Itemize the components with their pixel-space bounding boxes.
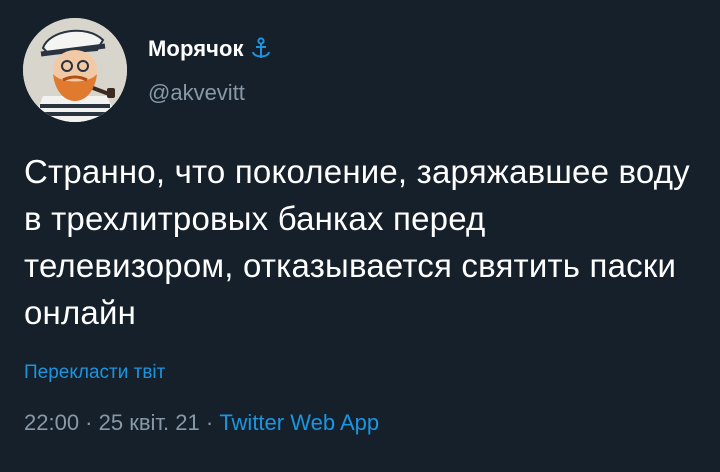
meta-separator: · [199, 410, 220, 435]
tweet-time[interactable]: 22:00 [24, 410, 79, 435]
sailor-avatar-icon [23, 18, 127, 122]
author-name-row: Морячок [148, 34, 272, 64]
tweet-card: Морячок @akvevitt Странно, что поколение… [0, 0, 720, 472]
author-avatar[interactable] [23, 18, 127, 122]
anchor-icon [250, 37, 272, 61]
tweet-date[interactable]: 25 квіт. 21 [99, 410, 200, 435]
tweet-text: Странно, что поколение, заряжавшее воду … [24, 153, 690, 331]
author-handle[interactable]: @akvevitt [148, 80, 245, 106]
tweet-source-link[interactable]: Twitter Web App [219, 410, 379, 435]
translate-tweet-link[interactable]: Перекласти твіт [24, 362, 165, 384]
meta-separator: · [79, 410, 99, 435]
author-display-name[interactable]: Морячок [148, 36, 244, 62]
tweet-meta: 22:00 · 25 квіт. 21 · Twitter Web App [24, 410, 379, 436]
